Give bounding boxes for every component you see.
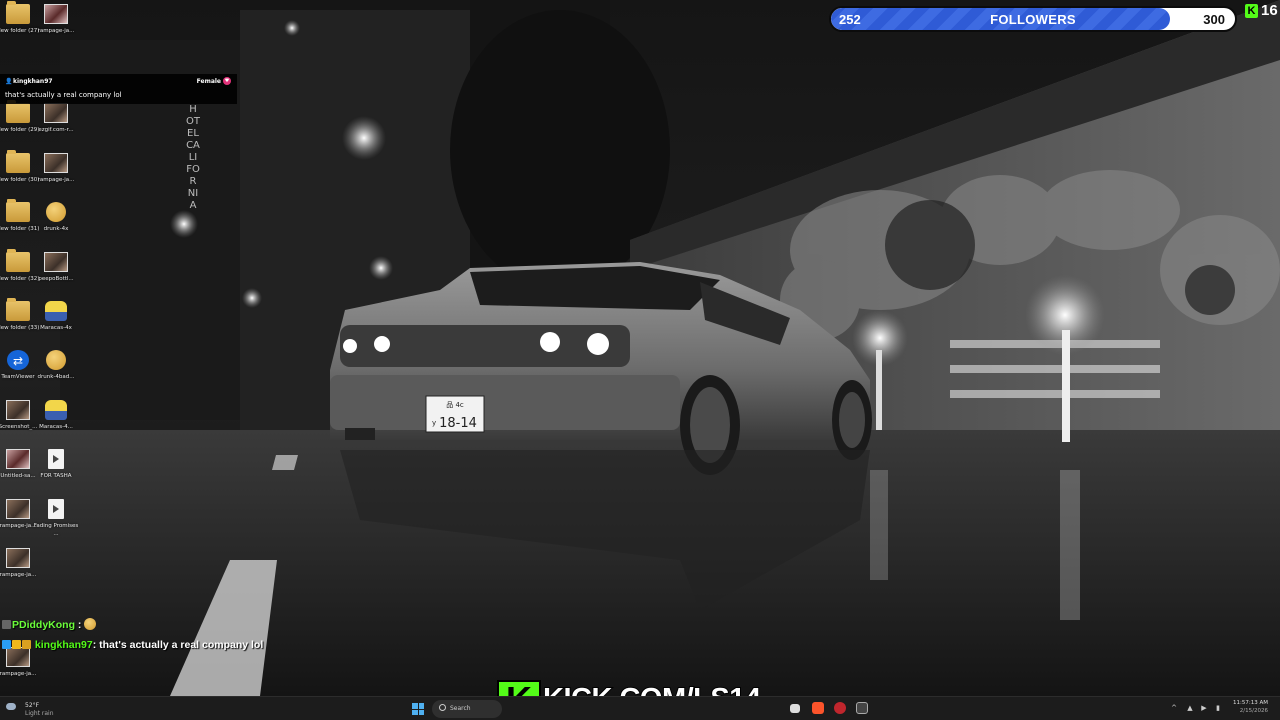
- image-thumbnail-icon: [6, 499, 30, 519]
- taskbar-search[interactable]: Search: [432, 700, 502, 718]
- weather-desc: Light rain: [25, 710, 54, 717]
- desktop-icon-label: Fading Promises ...: [33, 523, 79, 537]
- desktop-icon[interactable]: peepoBottl...: [33, 252, 79, 283]
- windows-logo-icon: [412, 703, 418, 709]
- obs-app-icon[interactable]: [834, 702, 846, 714]
- followers-goal-bar: 252 FOLLOWERS 300: [829, 6, 1237, 32]
- plate-top-text: 品 4c: [446, 401, 464, 409]
- desktop-icon[interactable]: Maracas-4x: [33, 301, 79, 332]
- desktop-icon-label: rampage-ja...: [37, 177, 75, 183]
- crown-badge-icon: [22, 640, 31, 649]
- gift-badge-icon: [12, 640, 21, 649]
- image-thumbnail-icon: [6, 400, 30, 420]
- desktop-icon-label: rampage-ja...: [0, 572, 37, 578]
- desktop-icon-label: Maracas-4...: [39, 424, 73, 430]
- desktop-icon-label: ezgif.com-r...: [38, 127, 74, 133]
- desktop-icon[interactable]: drunk-4x: [33, 202, 79, 233]
- desktop-icon-label: FOR TASHA: [40, 473, 72, 479]
- search-placeholder: Search: [450, 705, 471, 712]
- weather-temp: 52°F: [25, 702, 40, 709]
- desktop-icon[interactable]: FOR TASHA: [33, 449, 79, 480]
- cloud-rain-icon: [6, 703, 16, 710]
- folder-icon: [6, 298, 30, 321]
- clock-time[interactable]: 11:57:13 AM: [1233, 700, 1268, 706]
- folder-icon: [6, 1, 30, 24]
- overlay-chat-username: PDiddyKong: [12, 619, 75, 631]
- verified-badge-icon: [2, 640, 11, 649]
- volume-icon[interactable]: ▶: [1200, 704, 1208, 712]
- chevron-up-icon[interactable]: ^: [1170, 704, 1178, 712]
- windows-logo-icon: [412, 709, 418, 715]
- desktop-icon[interactable]: Maracas-4...: [33, 400, 79, 431]
- user-icon: 👤: [5, 78, 13, 85]
- plate-prefix-text: y: [432, 419, 436, 427]
- stream-screen: 品 4c y 18-14 HOTEL CALIFORNIA New folder…: [0, 0, 1280, 720]
- chat-popup: 👤 kingkhan97 Female ♥ that's actually a …: [0, 74, 237, 104]
- chat-popup-username: kingkhan97: [13, 78, 53, 85]
- video-file-icon: [48, 499, 64, 519]
- gear-icon: [2, 620, 11, 629]
- overlay-chat-line: kingkhan97: that's actually a real compa…: [2, 639, 263, 651]
- wifi-icon[interactable]: ▲: [1186, 704, 1194, 712]
- overlay-chat-username: kingkhan97: [34, 639, 93, 651]
- folder-icon: [6, 150, 30, 173]
- minion-gif-icon: [45, 301, 67, 321]
- image-thumbnail-icon: [44, 153, 68, 173]
- minion-gif-icon: [45, 400, 67, 420]
- emoji-icon: [46, 202, 66, 222]
- overlay-chat-message: : that's actually a real company lol: [92, 639, 264, 651]
- desktop-icon[interactable]: rampage-ja...: [33, 153, 79, 184]
- image-thumbnail-icon: [6, 548, 30, 568]
- overlay-chat-separator: :: [75, 619, 85, 631]
- hotel-sign: HOTEL CALIFORNIA: [186, 104, 200, 211]
- plate-number-text: 18-14: [439, 416, 477, 431]
- image-thumbnail-icon: [44, 103, 68, 123]
- search-icon: [439, 704, 446, 711]
- folder-icon: [6, 100, 30, 123]
- terminal-app-icon[interactable]: [790, 704, 800, 713]
- brave-browser-icon[interactable]: [812, 702, 824, 714]
- desktop-icon-label: Maracas-4x: [40, 325, 72, 331]
- female-icon: ♥: [223, 77, 231, 85]
- followers-title: FOLLOWERS: [990, 12, 1076, 27]
- desktop-icon[interactable]: ezgif.com-r...: [33, 103, 79, 134]
- folder-icon: [6, 199, 30, 222]
- overlay-chat-line: PDiddyKong :: [2, 618, 97, 631]
- desktop-icon[interactable]: rampage-ja...: [0, 647, 41, 678]
- clock-date[interactable]: 2/15/2026: [1240, 708, 1268, 714]
- image-thumbnail-icon: [44, 4, 68, 24]
- taskbar: 52°F Light rain Search ^ ▲ ▶ ▮ 11:57:13 …: [0, 696, 1280, 720]
- windows-logo-icon: [418, 703, 424, 709]
- desktop-icon-label: drunk-4x: [43, 226, 69, 232]
- start-button[interactable]: [412, 703, 424, 715]
- teamviewer-icon: ⇄: [7, 350, 29, 370]
- desktop-icon[interactable]: Fading Promises ...: [33, 499, 79, 538]
- chat-popup-message: that's actually a real company lol: [5, 91, 122, 99]
- viewer-count-number: 16: [1261, 2, 1278, 19]
- desktop-icon[interactable]: drunk-4bad...: [33, 350, 79, 381]
- folder-icon: [6, 249, 30, 272]
- desktop-icon-label: peepoBottl...: [38, 276, 74, 282]
- video-file-icon: [48, 449, 64, 469]
- system-tray: ^ ▲ ▶ ▮ 11:57:13 AM 2/15/2026: [1160, 697, 1280, 720]
- image-thumbnail-icon: [44, 252, 68, 272]
- desktop-icon-label: rampage-ja...: [37, 28, 75, 34]
- kick-logo-icon: K: [1245, 4, 1258, 18]
- windows-logo-icon: [418, 709, 424, 715]
- followers-goal: 300: [1203, 12, 1225, 27]
- emote-icon: [84, 618, 97, 630]
- chat-popup-gender: Female: [196, 78, 221, 85]
- desktop-icon[interactable]: rampage-ja...: [0, 548, 41, 579]
- viewer-count: K 16: [1245, 2, 1280, 20]
- image-thumbnail-icon: [6, 449, 30, 469]
- desktop-icon[interactable]: rampage-ja...: [33, 4, 79, 35]
- emoji-icon: [46, 350, 66, 370]
- xbox-app-icon[interactable]: [856, 702, 868, 714]
- battery-icon[interactable]: ▮: [1214, 704, 1222, 712]
- desktop-icon-label: drunk-4bad...: [37, 374, 75, 380]
- desktop-icon-label: rampage-ja...: [0, 671, 37, 677]
